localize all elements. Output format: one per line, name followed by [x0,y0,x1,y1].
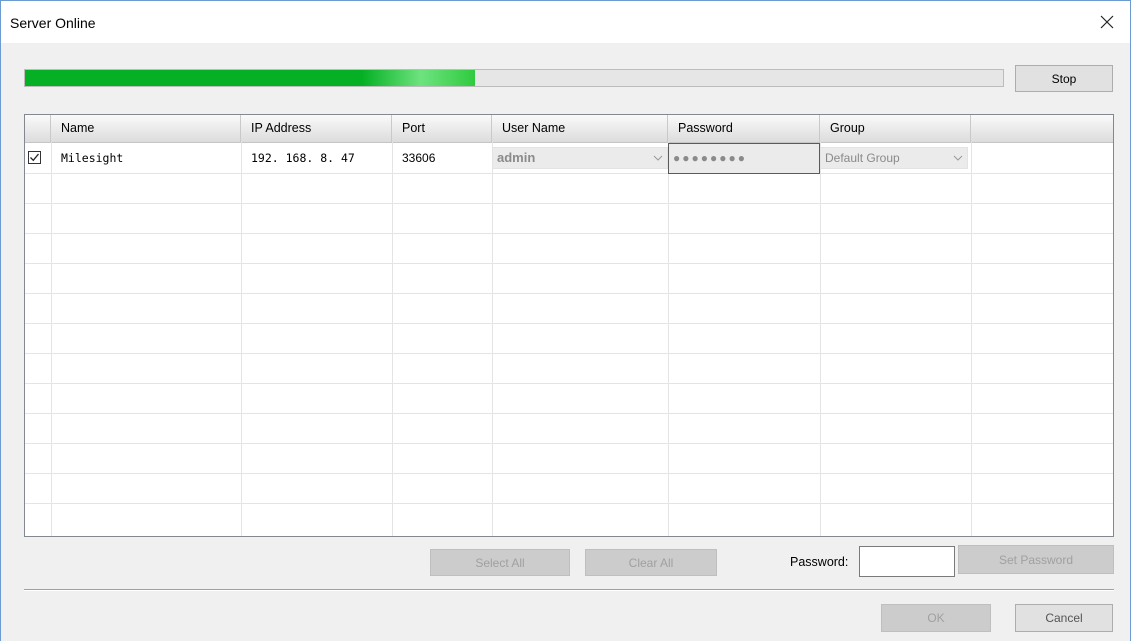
grid-line [25,473,1113,474]
grid-line [668,142,669,536]
user-name-select[interactable]: admin [492,147,668,169]
column-header-group[interactable]: Group [820,115,971,142]
column-header-port[interactable]: Port [392,115,492,142]
cell-name: Milesight [61,151,124,165]
grid-line [25,173,1113,174]
password-input[interactable] [859,546,955,577]
grid-line [25,353,1113,354]
grid-line [25,263,1113,264]
column-header-ip-address[interactable]: IP Address [241,115,392,142]
table-header: Name IP Address Port User Name Password … [25,115,1113,143]
separator [24,589,1114,591]
column-header-user-name[interactable]: User Name [492,115,668,142]
grid-line [51,142,52,536]
close-icon [1100,15,1114,29]
password-label: Password: [790,555,849,569]
header-checkbox-column [25,115,51,142]
grid-line [25,203,1113,204]
grid-line [25,503,1113,504]
grid-line [25,383,1113,384]
check-icon [30,153,40,162]
grid-line [971,142,972,536]
grid-line [25,233,1113,234]
cancel-button[interactable]: Cancel [1015,604,1113,632]
grid-line [492,142,493,536]
set-password-button[interactable]: Set Password [958,545,1114,574]
grid-line [25,293,1113,294]
row-password-field[interactable]: ●●●●●●●● [668,143,820,174]
cell-ip-address: 192. 168. 8. 47 [251,151,355,165]
password-mask: ●●●●●●●● [673,151,747,165]
stop-button[interactable]: Stop [1015,65,1113,92]
clear-all-button[interactable]: Clear All [585,549,717,576]
grid-line [820,142,821,536]
column-header-password[interactable]: Password [668,115,820,142]
user-name-value: admin [497,150,536,165]
select-all-button[interactable]: Select All [430,549,570,576]
chevron-down-icon [653,148,663,168]
grid-line [241,142,242,536]
grid-line [25,443,1113,444]
title-bar: Server Online [1,1,1130,43]
progress-fill [25,70,475,86]
ok-button[interactable]: OK [881,604,991,632]
close-button[interactable] [1084,1,1130,43]
cell-port: 33606 [402,151,436,165]
scan-progress-bar [24,69,1004,87]
window-title: Server Online [10,15,96,31]
server-table: Name IP Address Port User Name Password … [24,114,1114,537]
group-select[interactable]: Default Group [820,147,968,169]
grid-line [25,323,1113,324]
group-value: Default Group [825,151,900,165]
grid-line [25,413,1113,414]
server-online-dialog: Server Online Stop Name IP Address Port … [0,0,1131,641]
column-header-name[interactable]: Name [51,115,241,142]
row-checkbox[interactable] [28,151,41,164]
chevron-down-icon [953,148,963,168]
grid-line [392,142,393,536]
